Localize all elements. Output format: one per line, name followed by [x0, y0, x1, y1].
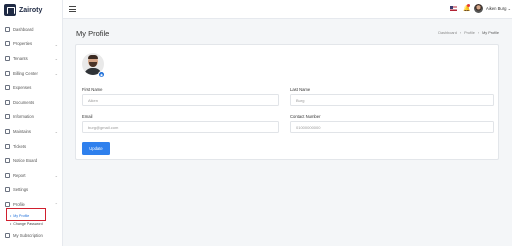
sidebar-item-expenses[interactable]: Expenses	[0, 80, 62, 95]
breadcrumb-separator: ›	[477, 31, 480, 35]
page-title: My Profile	[76, 29, 110, 38]
expenses-icon	[5, 85, 10, 91]
chevron-up-icon: ⌃	[54, 202, 58, 208]
email-label: Email	[82, 114, 93, 119]
brand[interactable]: Zairoty	[4, 4, 42, 16]
profile-card: ◉ First Name Aiken Last Name Burg Email …	[75, 44, 499, 160]
sidebar-item-tickets[interactable]: Tickets	[0, 139, 62, 154]
breadcrumb-current: My Profile	[482, 31, 499, 35]
bullet-icon: •	[10, 221, 12, 226]
last-name-input[interactable]: Burg	[290, 94, 494, 106]
report-icon	[5, 172, 10, 178]
first-name-label: First Name	[82, 87, 103, 92]
wrench-icon	[5, 128, 10, 134]
menu-toggle-icon[interactable]	[69, 6, 76, 12]
breadcrumb: Dashboard › Profile › My Profile	[438, 31, 499, 35]
sidebar-item-my-subscription[interactable]: My Subscription	[0, 228, 62, 243]
chevron-down-icon: ⌄	[54, 41, 58, 47]
sidebar-item-report[interactable]: Report ⌄	[0, 168, 62, 183]
camera-icon[interactable]: ◉	[98, 71, 105, 78]
first-name-input[interactable]: Aiken	[82, 94, 279, 106]
sidebar-item-settings[interactable]: Settings	[0, 183, 62, 198]
annotation-highlight-box	[6, 208, 46, 221]
document-icon	[5, 99, 10, 105]
ticket-icon	[5, 143, 10, 149]
users-icon	[5, 55, 10, 61]
gear-icon	[5, 187, 10, 193]
update-button[interactable]: Update	[82, 142, 110, 155]
last-name-label: Last Name	[290, 87, 311, 92]
contact-number-label: Contact Number	[290, 114, 321, 119]
sidebar-item-tenants[interactable]: Tenants ⌄	[0, 51, 62, 66]
info-icon	[5, 114, 10, 120]
notice-icon	[5, 158, 10, 164]
building-icon	[5, 41, 10, 47]
sidebar-item-maintains[interactable]: Maintains ⌄	[0, 124, 62, 139]
breadcrumb-profile[interactable]: Profile	[464, 31, 475, 35]
breadcrumb-dashboard[interactable]: Dashboard	[438, 31, 457, 35]
sidebar-item-notice-board[interactable]: Notice Board	[0, 153, 62, 168]
brand-name: Zairoty	[19, 6, 43, 14]
chevron-down-icon: ⌄	[54, 70, 58, 76]
sidebar-item-billing-center[interactable]: Billing Center ⌄	[0, 66, 62, 81]
breadcrumb-separator: ›	[459, 31, 462, 35]
avatar[interactable]	[474, 4, 483, 13]
email-input[interactable]: burg@gmail.com	[82, 121, 279, 133]
top-bar: 🔔 Aiken Burg ⌄	[63, 0, 512, 19]
chevron-down-icon: ⌄	[54, 56, 58, 62]
sidebar-item-properties[interactable]: Properties ⌄	[0, 37, 62, 52]
chevron-down-icon: ⌄	[54, 129, 58, 135]
user-menu[interactable]: Aiken Burg ⌄	[486, 6, 511, 11]
notification-dot	[467, 4, 470, 7]
subscription-icon	[5, 232, 10, 238]
chevron-down-icon: ⌄	[54, 172, 58, 178]
user-icon	[5, 201, 10, 207]
sidebar-item-information[interactable]: Information	[0, 110, 62, 125]
contact-number-input[interactable]: 01000000000	[290, 121, 494, 133]
sidebar-item-dashboard[interactable]: Dashboard	[0, 22, 62, 37]
us-flag-icon[interactable]	[450, 6, 457, 11]
sidebar-item-documents[interactable]: Documents	[0, 95, 62, 110]
dashboard-icon	[5, 26, 10, 32]
billing-icon	[5, 70, 10, 76]
home-logo-icon	[4, 4, 16, 16]
